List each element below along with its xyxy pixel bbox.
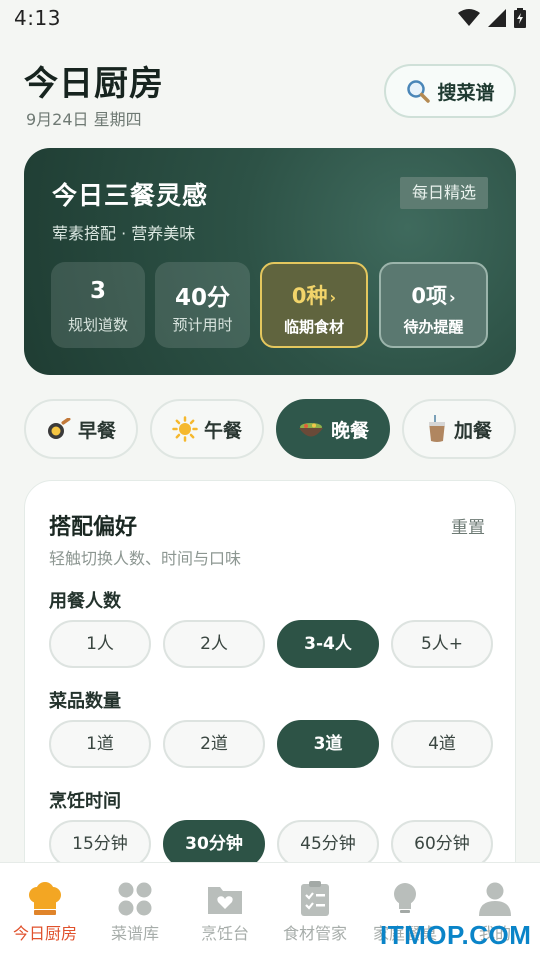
bowl-icon [298,423,323,437]
people-option[interactable]: 5人+ [391,620,493,668]
watermark-text: ITMOP.COM [380,920,532,950]
dishes-options: 1道 2道 3道 4道 [49,720,493,768]
stat-estimated-time: 40分 预计用时 [155,262,250,348]
bulb-icon [394,883,416,913]
stat-value: 40分 [174,285,230,311]
daily-inspiration-card: 今日三餐灵感 荤素搭配 · 营养美味 每日精选 3 规划道数 40分 预计用时 … [24,148,516,375]
search-recipe-button[interactable]: 搜菜谱 [384,64,516,118]
meal-tab-breakfast[interactable]: 早餐 [24,399,138,459]
preferences-card: 搭配偏好 重置 轻触切换人数、时间与口味 用餐人数 1人 2人 3-4人 5人+… [24,480,516,900]
stat-pending-reminders[interactable]: 0项 › 待办提醒 [379,262,488,348]
user-icon [479,882,511,916]
dishes-label: 菜品数量 [49,691,121,712]
people-option-selected[interactable]: 3-4人 [277,620,379,668]
stat-value: 3 [89,278,106,304]
tab-recipe-library[interactable]: 菜谱库 [90,863,180,960]
meal-tab-label: 晚餐 [330,419,369,442]
status-time: 4:13 [14,6,61,30]
stat-planned-dishes: 3 规划道数 [51,262,145,348]
stat-value: 0项 [411,284,448,308]
stat-label: 临期食材 [283,318,344,336]
meal-tab-label: 早餐 [77,419,116,442]
cook-time-option-selected[interactable]: 30分钟 [163,820,265,868]
dishes-option[interactable]: 1道 [49,720,151,768]
page-date: 9月24日 星期四 [26,110,142,129]
tab-label: 烹饪台 [200,924,249,943]
cook-time-option[interactable]: 15分钟 [49,820,151,868]
cook-time-label: 烹饪时间 [49,791,121,812]
wifi-icon [458,9,480,26]
people-option[interactable]: 2人 [163,620,265,668]
stat-value-row: 0种 › [262,280,366,310]
tab-ingredient-manager[interactable]: 食材管家 [270,863,360,960]
stat-label: 规划道数 [67,316,128,334]
tab-label: 食材管家 [282,924,347,943]
hero-title: 今日三餐灵感 [52,181,209,210]
battery-icon [514,8,526,28]
people-label: 用餐人数 [49,591,121,612]
header: 今日厨房 9月24日 星期四 搜菜谱 [24,56,516,132]
pan-icon [47,418,71,439]
cook-time-options: 15分钟 30分钟 45分钟 60分钟 [49,820,493,868]
folder-heart-icon [208,887,242,914]
hero-subtitle: 荤素搭配 · 营养美味 [52,224,196,243]
tab-label: 今日厨房 [12,924,77,943]
meal-tab-lunch[interactable]: 午餐 [150,399,264,459]
preferences-subtitle: 轻触切换人数、时间与口味 [49,549,242,568]
tab-today-kitchen[interactable]: 今日厨房 [0,863,90,960]
tab-label: 菜谱库 [110,924,159,943]
status-icons [458,8,526,28]
stat-expiring-ingredients[interactable]: 0种 › 临期食材 [260,262,368,348]
stats-row: 3 规划道数 40分 预计用时 0种 › 临期食材 0项 › 待办提醒 [51,262,489,348]
search-recipe-label: 搜菜谱 [437,81,495,104]
chevron-right-icon: › [449,288,456,307]
signal-icon [488,9,506,27]
chevron-right-icon: › [329,288,337,307]
grid-icon [118,882,152,916]
status-bar: 4:13 [0,0,540,36]
meal-tab-label: 午餐 [203,419,242,442]
meal-tabs: 早餐 午餐 晚餐 加餐 [24,399,516,459]
cook-time-option[interactable]: 45分钟 [277,820,379,868]
sun-icon [172,416,198,442]
tab-cooking-station[interactable]: 烹饪台 [180,863,270,960]
meal-tab-label: 加餐 [453,419,492,442]
search-icon [407,80,431,103]
stat-label: 预计用时 [172,316,233,334]
chef-hat-icon [29,882,61,915]
stat-value-row: 0项 › [381,280,486,310]
dishes-option-selected[interactable]: 3道 [277,720,379,768]
preferences-title: 搭配偏好 [49,515,138,540]
people-options: 1人 2人 3-4人 5人+ [49,620,493,668]
meal-tab-snack[interactable]: 加餐 [402,399,516,459]
dishes-option[interactable]: 4道 [391,720,493,768]
dishes-option[interactable]: 2道 [163,720,265,768]
drink-icon [428,415,445,442]
checklist-icon [301,881,329,916]
reset-button[interactable]: 重置 [451,513,485,538]
people-option[interactable]: 1人 [49,620,151,668]
cook-time-option[interactable]: 60分钟 [391,820,493,868]
daily-pick-badge: 每日精选 [399,177,488,209]
meal-tab-dinner[interactable]: 晚餐 [276,399,390,459]
stat-value: 0种 [291,284,328,308]
stat-label: 待办提醒 [403,318,464,336]
